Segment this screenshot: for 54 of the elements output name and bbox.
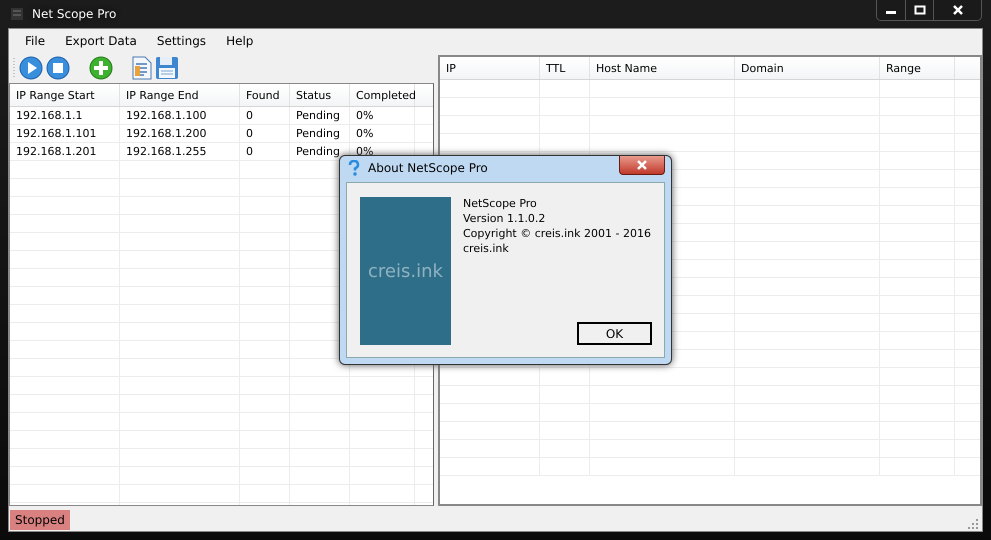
play-button[interactable] [19,56,43,80]
column-header[interactable]: IP Range Start [10,84,120,106]
table-cell: 192.168.1.255 [120,143,240,160]
status-label: Stopped [10,510,70,530]
column-header[interactable]: IP [440,57,540,79]
menu-item[interactable]: Help [216,34,264,48]
table-cell: 192.168.1.200 [120,125,240,142]
document-icon [132,56,152,80]
column-header[interactable]: Range [880,57,955,79]
logo-text: creis.ink [368,260,443,282]
column-header[interactable]: Completed [350,84,415,106]
table-cell: 192.168.1.100 [120,107,240,124]
table-cell: 0% [350,125,415,142]
table-cell: 0 [240,107,290,124]
stop-icon [46,56,70,80]
app-icon [10,7,24,21]
info-text: NetScope Pro [463,197,538,211]
close-button[interactable] [619,156,665,175]
column-header[interactable]: Status [290,84,350,106]
help-icon [348,160,360,176]
ok-button[interactable]: OK [577,322,652,345]
info-text: creis.ink [463,242,510,256]
column-header[interactable]: IP Range End [120,84,240,106]
info-text: Copyright © creis.ink 2001 - 2016 [463,227,652,241]
close-icon [636,160,648,170]
close-button[interactable] [933,0,981,20]
resize-grip-icon [968,519,978,529]
close-icon [952,5,964,15]
menu-item[interactable]: Settings [146,34,216,48]
window-title: Net Scope Pro [32,7,116,21]
maximize-icon [914,5,926,15]
table-cell: 192.168.1.1 [10,107,120,124]
table-cell: 192.168.1.101 [10,125,120,142]
add-button[interactable] [89,56,113,80]
table-cell: 0 [240,143,290,160]
stop-button[interactable] [46,56,70,80]
menu-item[interactable]: File [15,34,56,48]
column-header[interactable]: Found [240,84,290,106]
table-cell: Pending [290,125,350,142]
toolbar-grip [13,57,16,79]
play-icon [19,56,43,80]
menu-item[interactable]: Export Data [55,34,147,48]
table-cell: Pending [290,107,350,124]
save-button[interactable] [155,56,179,80]
document-button[interactable] [132,56,152,80]
dialog-title: About NetScope Pro [368,161,488,175]
column-header[interactable]: Host Name [590,57,735,79]
column-header[interactable]: TTL [540,57,590,79]
table-cell: 192.168.1.201 [10,143,120,160]
info-text: Version 1.1.0.2 [463,212,546,226]
column-header[interactable]: Domain [735,57,880,79]
add-icon [89,56,113,80]
table-cell: 0% [350,107,415,124]
table-cell: 0 [240,125,290,142]
